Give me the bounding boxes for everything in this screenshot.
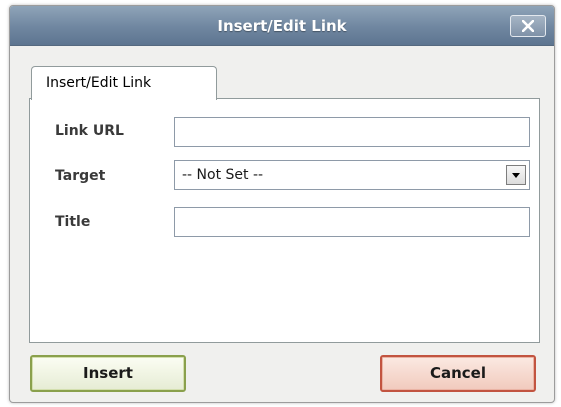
dialog-title: Insert/Edit Link [217,17,347,35]
tab-insert-edit-link[interactable]: Insert/Edit Link [31,66,217,100]
tab-label: Insert/Edit Link [46,75,152,91]
target-dropdown-button[interactable] [506,165,526,185]
tab-panel: Link URL Target -- Not Set -- Title [29,98,540,343]
target-select[interactable]: -- Not Set -- [174,160,530,190]
link-url-input[interactable] [174,117,530,147]
chevron-down-icon [512,173,520,178]
link-url-label: Link URL [55,123,124,139]
title-input[interactable] [174,207,530,237]
title-label: Title [55,214,91,230]
close-icon [522,20,534,32]
close-button[interactable] [510,15,546,37]
insert-button[interactable]: Insert [30,355,186,392]
cancel-button[interactable]: Cancel [380,355,536,392]
target-selected-value: -- Not Set -- [182,167,264,183]
dialog-titlebar[interactable]: Insert/Edit Link [10,6,554,46]
insert-edit-link-dialog: Insert/Edit Link Insert/Edit Link Link U… [9,5,555,403]
target-label: Target [55,168,106,184]
